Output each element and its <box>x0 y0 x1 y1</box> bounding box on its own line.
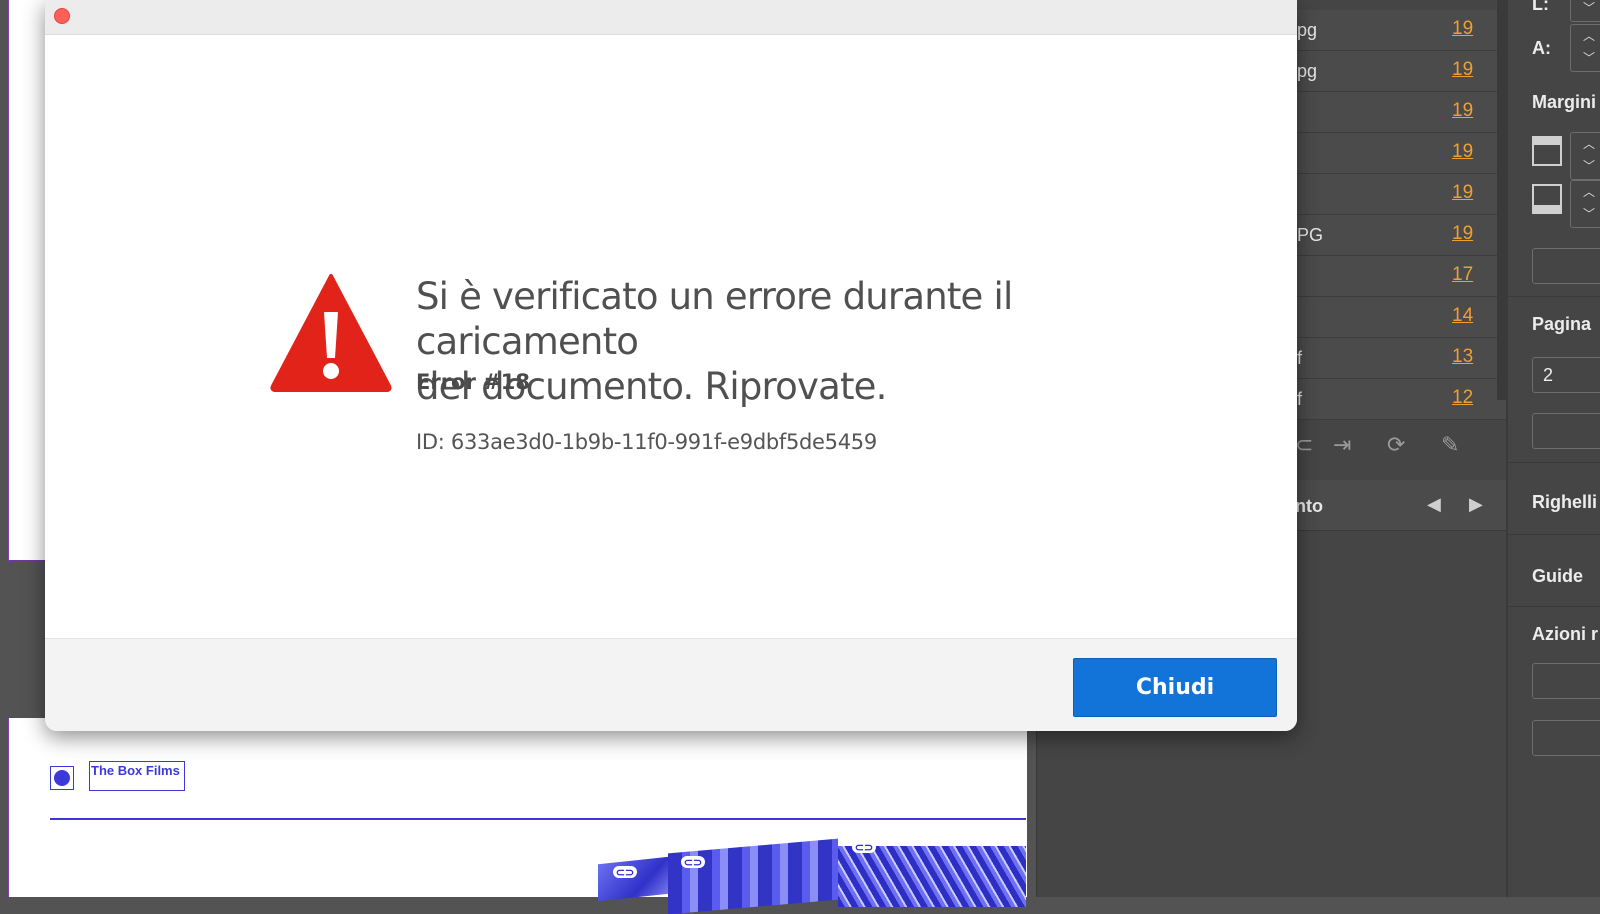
link-page-number[interactable]: 12 <box>1452 387 1473 409</box>
error-code: Error #18 <box>416 370 530 394</box>
link-page-number[interactable]: 19 <box>1452 223 1473 245</box>
margins-heading: Margini <box>1532 92 1597 112</box>
link-page-number[interactable]: 19 <box>1452 18 1473 40</box>
photo-frame[interactable] <box>838 846 1026 907</box>
link-page-number[interactable]: 19 <box>1452 59 1473 81</box>
link-chain-icon: ⊂⊃ <box>852 841 876 854</box>
link-page-number[interactable]: 19 <box>1452 100 1473 122</box>
width-label: L: <box>1532 0 1549 14</box>
dialog-titlebar[interactable] <box>45 0 1297 35</box>
properties-panel: L: ︿﹀ A: ︿﹀ Margini ︿﹀ ︿﹀ Pagina 2 Righe… <box>1506 0 1600 897</box>
error-dialog: Si è verificato un errore durante il car… <box>45 0 1297 731</box>
guides-heading[interactable]: Guide <box>1532 566 1583 587</box>
margin-options-button[interactable] <box>1532 248 1600 284</box>
window-close-icon[interactable] <box>54 8 70 24</box>
page-options-button[interactable] <box>1532 413 1600 449</box>
error-message-line: Si è verificato un errore durante il car… <box>416 275 1013 363</box>
update-link-icon[interactable]: ⟳ <box>1387 432 1405 458</box>
quick-actions-heading: Azioni r <box>1532 624 1598 644</box>
link-page-number[interactable]: 19 <box>1452 182 1473 204</box>
link-page-number[interactable]: 14 <box>1452 305 1473 327</box>
warning-icon <box>270 274 392 392</box>
top-margin-icon <box>1532 136 1562 166</box>
link-name: pg <box>1297 20 1318 40</box>
logo-text-frame[interactable]: The Box Films <box>89 761 185 791</box>
link-page-number[interactable]: 19 <box>1452 141 1473 163</box>
link-chain-icon: ⊂⊃ <box>613 866 637 879</box>
relink-icon[interactable]: ⊂ <box>1295 432 1313 458</box>
close-button[interactable]: Chiudi <box>1073 658 1277 717</box>
bottom-margin-stepper[interactable]: ︿ ﹀ <box>1570 180 1600 228</box>
link-chain-icon: ⊂⊃ <box>681 856 705 869</box>
height-label: A: <box>1532 38 1551 58</box>
bottom-margin-icon <box>1532 184 1562 214</box>
error-id: ID: 633ae3d0-1b9b-11f0-991f-e9dbf5de5459 <box>416 430 877 454</box>
link-name: pg <box>1297 61 1318 81</box>
goto-link-icon[interactable]: ⇥ <box>1333 432 1351 458</box>
error-message: Si è verificato un errore durante il car… <box>416 274 1196 409</box>
quick-action-button[interactable] <box>1532 720 1600 756</box>
error-message-line: del documento. Riprovate. <box>416 365 887 408</box>
height-stepper[interactable]: ︿ ﹀ <box>1570 24 1600 72</box>
width-stepper[interactable]: ︿﹀ <box>1570 0 1600 22</box>
link-page-number[interactable]: 13 <box>1452 346 1473 368</box>
link-name: f <box>1297 348 1303 368</box>
page-number-field[interactable]: 2 <box>1532 357 1600 393</box>
rulers-heading[interactable]: Righelli <box>1532 492 1597 513</box>
next-arrow-icon[interactable]: ▶ <box>1469 494 1483 515</box>
logo-icon <box>50 766 74 790</box>
document-page-top <box>8 0 49 562</box>
quick-action-button[interactable] <box>1532 663 1600 699</box>
link-page-number[interactable]: 17 <box>1452 264 1473 286</box>
page-heading: Pagina <box>1532 314 1592 334</box>
divider <box>1508 606 1600 607</box>
edit-original-icon[interactable]: ✎ <box>1441 432 1459 458</box>
divider <box>1508 296 1600 297</box>
divider <box>1508 462 1600 463</box>
divider <box>1508 534 1600 535</box>
dialog-footer: Chiudi <box>45 638 1297 731</box>
link-name: f <box>1297 389 1303 409</box>
top-margin-stepper[interactable]: ︿ ﹀ <box>1570 132 1600 180</box>
horizontal-rule <box>50 818 1026 820</box>
link-info-title: nto <box>1295 496 1323 516</box>
previous-arrow-icon[interactable]: ◀ <box>1427 494 1441 515</box>
link-name: PG <box>1297 225 1324 245</box>
